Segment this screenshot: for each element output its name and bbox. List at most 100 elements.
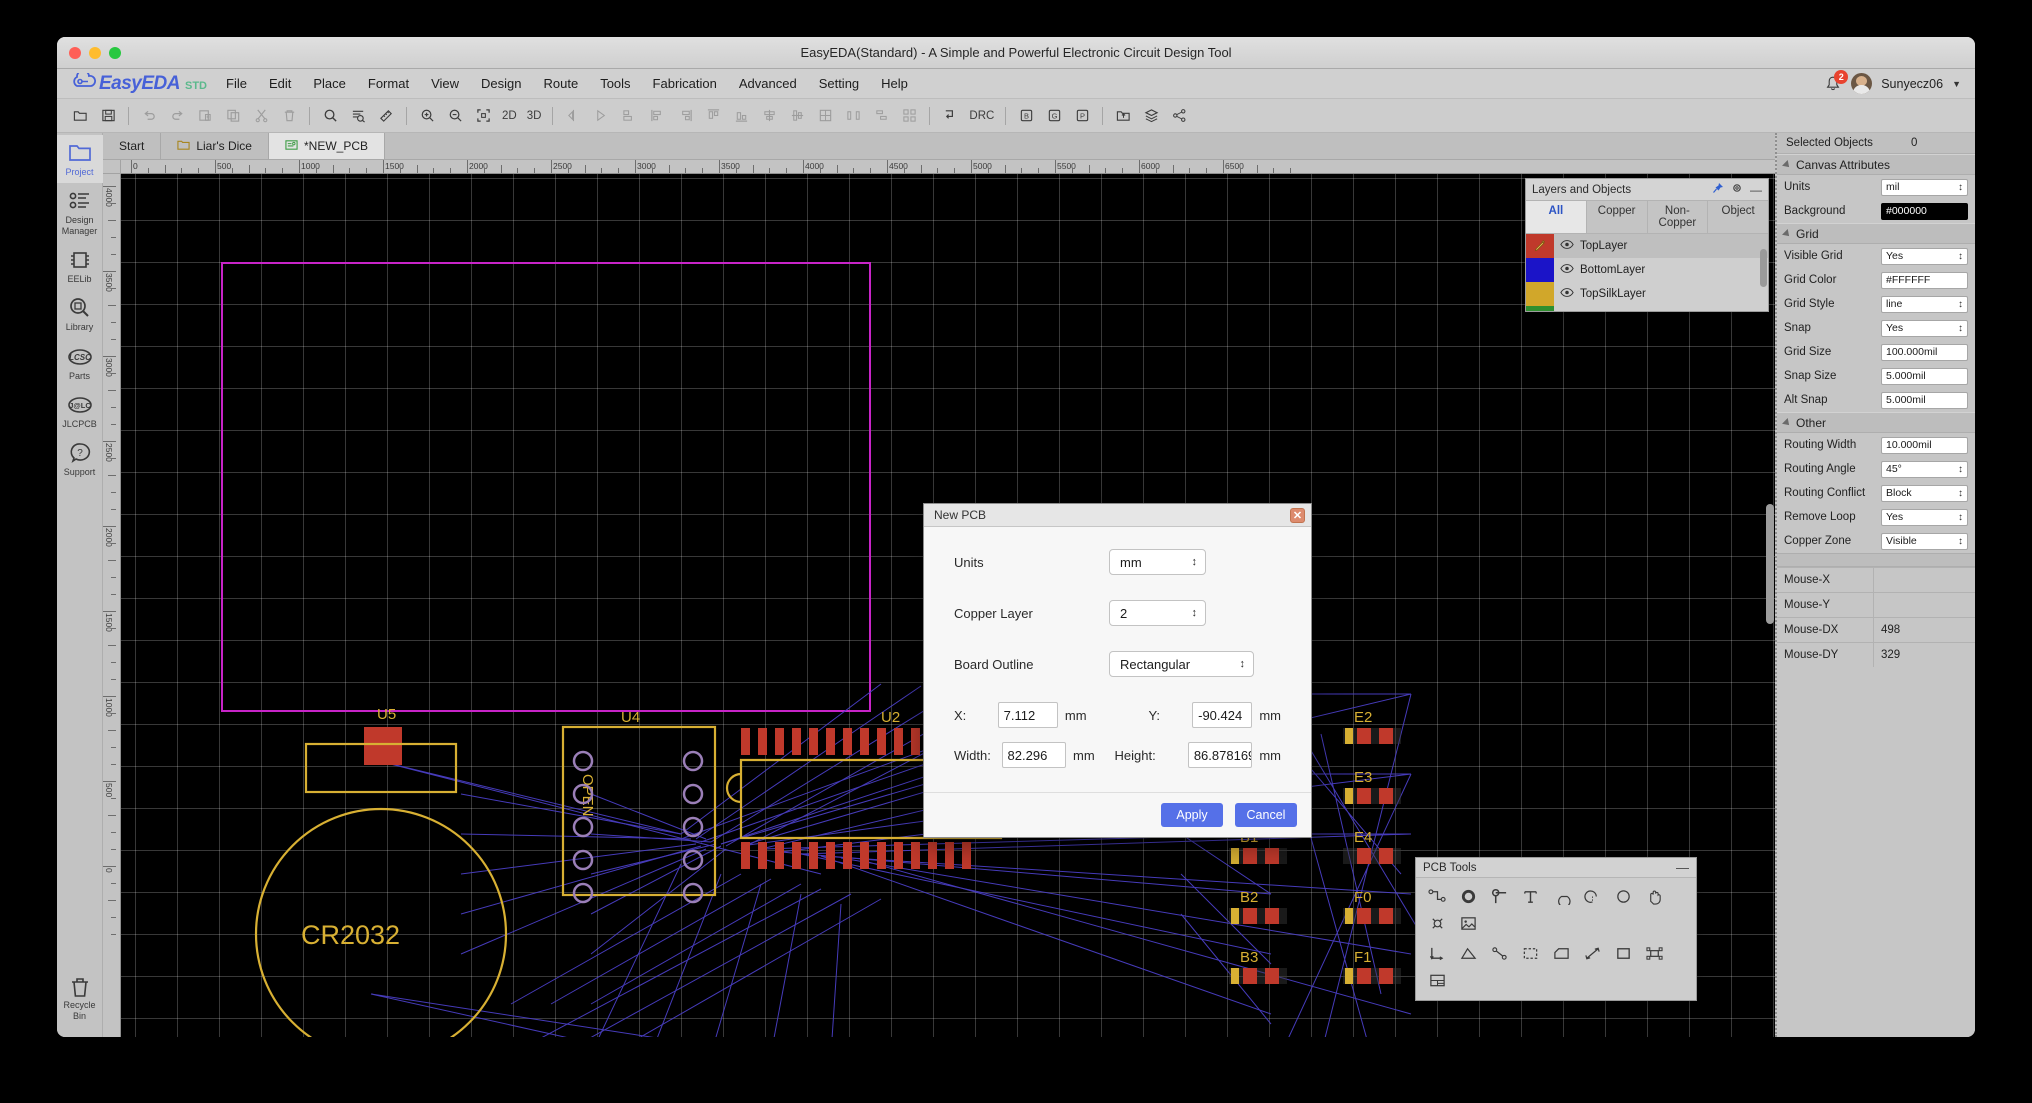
sidebar-item-support[interactable]: ?Support [57,435,103,483]
property-value-routing-angle[interactable]: 45° [1881,461,1968,478]
share-icon[interactable] [1166,104,1192,128]
drc-button[interactable]: DRC [965,110,998,122]
property-value-alt-snap[interactable]: 5.000mil [1881,392,1968,409]
sidebar-item-recycle-bin[interactable]: Recycle Bin [57,968,103,1037]
layer-row[interactable]: TopSilkLayer [1526,282,1768,306]
layer-color-swatch[interactable] [1526,282,1554,306]
property-value-visible-grid[interactable]: Yes [1881,248,1968,265]
eye-icon[interactable] [1554,263,1580,277]
property-value-grid-style[interactable]: line [1881,296,1968,313]
menu-tools[interactable]: Tools [589,72,641,95]
export-icon[interactable] [1110,104,1136,128]
layers-tab-noncopper[interactable]: Non-Copper [1648,201,1709,233]
gerber-icon[interactable]: G [1041,104,1067,128]
vertical-ruler[interactable]: 40003500300025002000150010005000 [103,174,121,1037]
layer-row[interactable]: TopLayer [1526,234,1768,258]
table-icon[interactable] [1422,967,1452,993]
copper-layer-select[interactable]: 2 [1109,600,1206,626]
close-icon[interactable]: ✕ [1290,508,1305,523]
save-icon[interactable] [95,104,121,128]
image-icon[interactable] [1453,910,1483,936]
minimize-icon[interactable]: — [1750,184,1762,196]
property-value-background[interactable]: #000000 [1881,203,1968,220]
arc2-icon[interactable] [1577,883,1607,909]
layers-tab-all[interactable]: All [1526,201,1587,233]
track-icon[interactable] [1422,883,1452,909]
collapse-caret-icon[interactable] [1782,229,1792,239]
polygon-icon[interactable] [1546,940,1576,966]
layers-icon[interactable] [1138,104,1164,128]
collapse-caret-icon[interactable] [1782,160,1792,170]
view-3d-button[interactable]: 3D [523,110,546,122]
menu-setting[interactable]: Setting [808,72,870,95]
zoom-out-icon[interactable] [442,104,468,128]
y-input[interactable]: -90.424 [1192,702,1252,728]
section-header-grid[interactable]: Grid [1777,223,1975,244]
sidebar-item-jlcpcb[interactable]: J@LCJLCPCB [57,387,103,435]
height-input[interactable]: 86.878169 [1188,742,1253,768]
pick-place-icon[interactable]: P [1069,104,1095,128]
find-similar-icon[interactable] [345,104,371,128]
panelize-icon[interactable] [1639,940,1669,966]
eye-icon[interactable] [1554,287,1580,301]
angle-icon[interactable] [1453,940,1483,966]
board-outline-select[interactable]: Rectangular [1109,651,1254,677]
view-2d-button[interactable]: 2D [498,110,521,122]
line-icon[interactable] [1484,940,1514,966]
sidebar-item-eelib[interactable]: EELib [57,242,103,290]
horizontal-ruler[interactable]: 0500100015002000250030003500400045005000… [121,160,1775,174]
circle-icon[interactable] [1608,883,1638,909]
sidebar-item-library[interactable]: Library [57,290,103,338]
chevron-down-icon[interactable]: ▼ [1952,79,1961,89]
property-value-snap-size[interactable]: 5.000mil [1881,368,1968,385]
layer-color-swatch[interactable] [1526,258,1554,282]
collapse-caret-icon[interactable] [1782,418,1792,428]
menu-advanced[interactable]: Advanced [728,72,808,95]
select-area-icon[interactable] [1515,940,1545,966]
menu-fabrication[interactable]: Fabrication [642,72,728,95]
layers-scrollbar[interactable] [1760,249,1767,287]
menu-design[interactable]: Design [470,72,532,95]
menu-place[interactable]: Place [302,72,357,95]
crosshair-icon[interactable] [1422,910,1452,936]
gear-icon[interactable] [1731,182,1743,197]
property-value-units[interactable]: mil [1881,179,1968,196]
username-label[interactable]: Sunyecz06 [1881,77,1943,91]
bom-icon[interactable]: B [1013,104,1039,128]
menu-view[interactable]: View [420,72,470,95]
sidebar-item-design-manager[interactable]: Design Manager [57,183,103,242]
via-icon[interactable] [1453,883,1483,909]
easyeda-logo[interactable]: EasyEDA STD [71,73,207,95]
sidebar-item-parts[interactable]: LCSCParts [57,339,103,387]
drag-icon[interactable] [1577,940,1607,966]
cancel-button[interactable]: Cancel [1235,803,1297,827]
menu-format[interactable]: Format [357,72,420,95]
fit-to-screen-icon[interactable] [470,104,496,128]
layer-color-swatch[interactable] [1526,234,1554,258]
x-input[interactable]: 7.112 [998,702,1058,728]
rect-icon[interactable] [1608,940,1638,966]
dimension-icon[interactable] [1422,940,1452,966]
hand-icon[interactable] [1639,883,1669,909]
layers-tab-copper[interactable]: Copper [1587,201,1648,233]
menu-help[interactable]: Help [870,72,919,95]
property-value-grid-color[interactable]: #FFFFFF [1881,272,1968,289]
section-header-canvas-attributes[interactable]: Canvas Attributes [1777,154,1975,175]
canvas-vertical-scrollbar[interactable] [1766,504,1774,624]
avatar[interactable] [1851,73,1872,94]
layer-row[interactable] [1526,306,1768,311]
measure-icon[interactable] [373,104,399,128]
section-header-other[interactable]: Other [1777,412,1975,433]
apply-button[interactable]: Apply [1161,803,1223,827]
search-icon[interactable] [317,104,343,128]
property-value-routing-width[interactable]: 10.000mil [1881,437,1968,454]
arc-icon[interactable] [1546,883,1576,909]
notifications-button[interactable]: 2 [1824,75,1842,93]
property-value-snap[interactable]: Yes [1881,320,1968,337]
sidebar-item-project[interactable]: Project [57,135,103,183]
menu-file[interactable]: File [215,72,258,95]
route-icon[interactable] [937,104,963,128]
units-select[interactable]: mm [1109,549,1206,575]
eye-icon[interactable] [1554,239,1580,253]
open-file-icon[interactable] [67,104,93,128]
